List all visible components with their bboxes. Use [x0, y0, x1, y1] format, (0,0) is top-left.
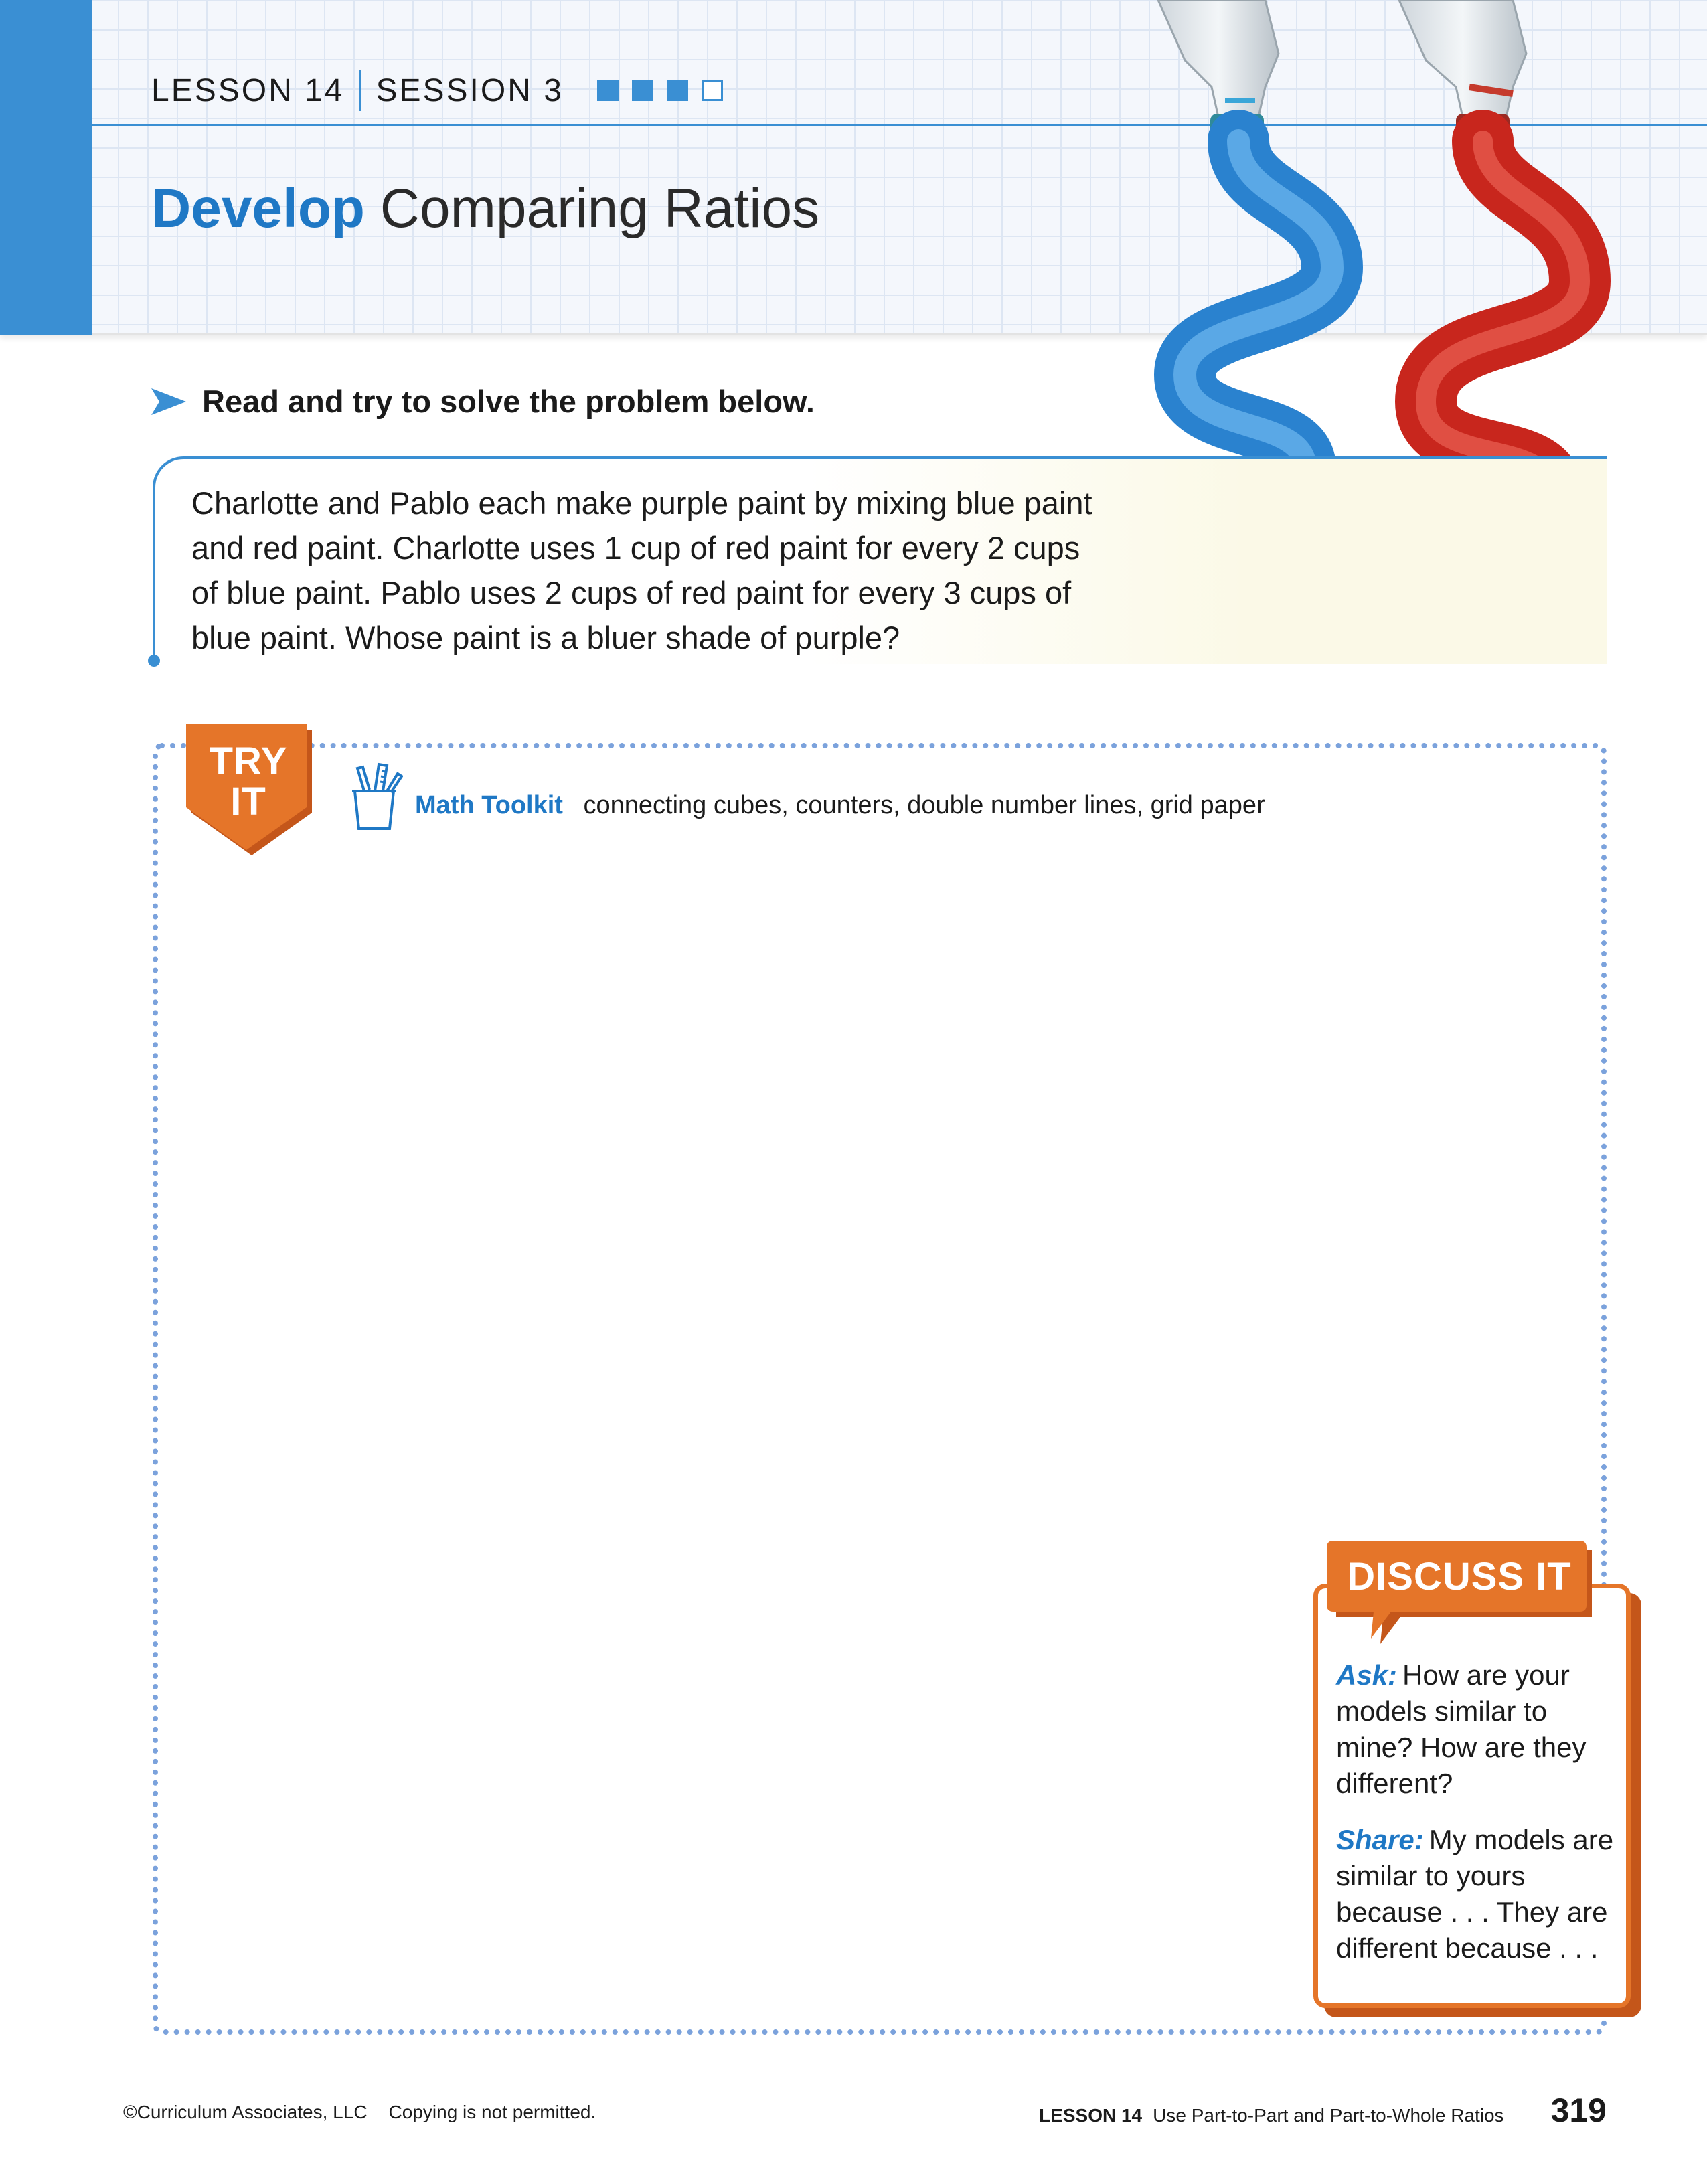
problem-line: blue paint. Whose paint is a bluer shade… [191, 620, 900, 655]
discuss-ask: Ask: How are your models similar to mine?… [1336, 1657, 1617, 1802]
progress-square-3 [666, 80, 688, 101]
copying-notice: Copying is not permitted. [388, 2102, 596, 2122]
math-toolkit-label: Math Toolkit [415, 791, 563, 819]
footer-copyright: ©Curriculum Associates, LLC Copying is no… [123, 2102, 596, 2123]
instruction-text: Read and try to solve the problem below. [202, 384, 815, 419]
lesson-separator [359, 70, 361, 111]
discuss-share: Share: My models are similar to yours bec… [1336, 1822, 1617, 1966]
try-it-line-2: IT [230, 780, 266, 823]
lesson-label: LESSON 14 [151, 72, 345, 108]
try-it-label: TRY IT [186, 742, 311, 822]
math-toolkit-items: connecting cubes, counters, double numbe… [583, 791, 1265, 819]
footer-lesson: LESSON 14 [1039, 2105, 1143, 2126]
progress-square-1 [596, 80, 619, 101]
progress-square-4 [701, 80, 723, 101]
copyright-text: ©Curriculum Associates, LLC [123, 2102, 368, 2122]
discuss-it-title: DISCUSS IT [1347, 1555, 1572, 1598]
page-number: 319 [1550, 2092, 1607, 2129]
problem-text: Charlotte and Pablo each make purple pai… [191, 481, 1142, 660]
problem-line: and red paint. Charlotte uses 1 cup of r… [191, 530, 1080, 566]
math-toolkit: Math Toolkit connecting cubes, counters,… [415, 791, 1265, 820]
pencil-cup-icon [352, 762, 403, 830]
instruction: Read and try to solve the problem below. [151, 383, 815, 420]
share-label: Share: [1336, 1824, 1424, 1855]
problem-line: of blue paint. Pablo uses 2 cups of red … [191, 575, 1072, 610]
problem-line: Charlotte and Pablo each make purple pai… [191, 485, 1092, 521]
page-title: Develop Comparing Ratios [151, 177, 819, 240]
header-sidebar-stripe [0, 0, 92, 335]
session-progress [596, 80, 723, 101]
footer-lesson-info: LESSON 14 Use Part-to-Part and Part-to-W… [1039, 2091, 1607, 2130]
ask-label: Ask: [1336, 1659, 1398, 1691]
try-it-line-1: TRY [209, 740, 288, 783]
title-topic: Comparing Ratios [380, 178, 820, 239]
arrow-right-icon [151, 388, 186, 415]
lesson-session-line: LESSON 14 SESSION 3 [151, 67, 723, 114]
progress-square-2 [631, 80, 653, 101]
session-label: SESSION 3 [376, 72, 564, 108]
problem-box-dot [148, 655, 160, 667]
title-develop: Develop [151, 178, 365, 239]
footer-lesson-title: Use Part-to-Part and Part-to-Whole Ratio… [1153, 2105, 1504, 2126]
discuss-it-body: Ask: How are your models similar to mine?… [1336, 1657, 1617, 1987]
